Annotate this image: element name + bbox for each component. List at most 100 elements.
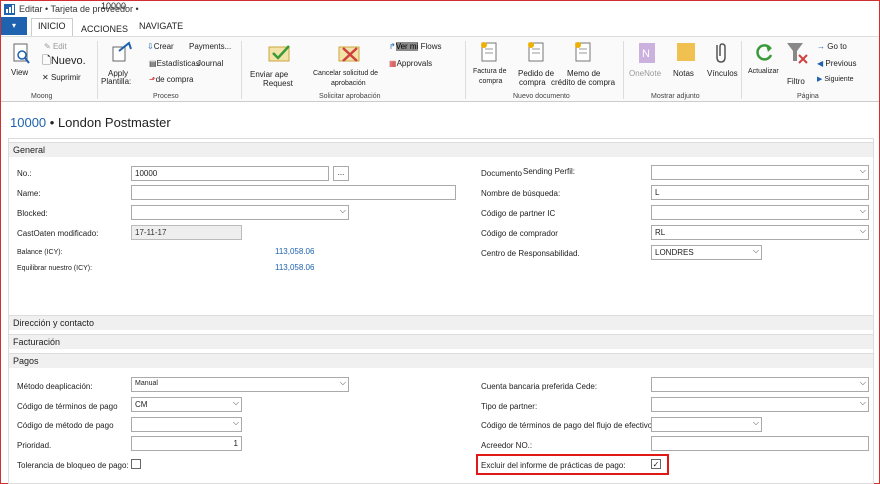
section-pagos[interactable]: Pagos xyxy=(9,353,873,368)
flows-icon: ↱ xyxy=(389,42,396,51)
prioridad-field[interactable]: 1 xyxy=(131,436,242,451)
chevron-down-icon: ⌵ xyxy=(859,398,866,407)
next-icon: ▶ xyxy=(817,76,823,83)
centro-value: LONDRES xyxy=(655,248,694,257)
previous-icon: ◀ xyxy=(817,59,824,68)
estadisticas-button[interactable]: ▤Estadísticas xyxy=(149,59,200,68)
terminos-select[interactable]: CM ⌵ xyxy=(131,397,242,412)
centro-label: Centro de Responsabilidad. xyxy=(481,249,580,258)
tolerancia-label: Tolerancia de bloqueo de pago: xyxy=(17,461,129,470)
notas-button[interactable]: Notas xyxy=(673,69,694,78)
chevron-down-icon: ⌵ xyxy=(859,206,866,215)
crear-icon: ⇩ xyxy=(147,42,154,51)
memo-button[interactable]: Memo de xyxy=(567,69,600,78)
ribbon-separator xyxy=(465,41,466,99)
de-compra-button[interactable]: ⬏de compra xyxy=(149,75,193,84)
section-general[interactable]: General xyxy=(9,142,873,157)
balance-label: Balance (ICY): xyxy=(17,249,63,256)
tab-inicio[interactable]: INICIO xyxy=(31,18,73,37)
group-proceso: Proceso xyxy=(153,93,179,100)
busqueda-field[interactable]: L xyxy=(651,185,869,200)
memo-label-2: crédito de compra xyxy=(551,78,616,87)
terminos-value: CM xyxy=(135,400,148,409)
section-direccion[interactable]: Dirección y contacto xyxy=(9,315,873,330)
ribbon-tabs: ▾ INICIO ACCIONES NAVIGATE xyxy=(1,17,879,37)
ribbon-separator xyxy=(97,41,98,99)
section-facturacion[interactable]: Facturación xyxy=(9,334,873,349)
payments-button[interactable]: Payments... xyxy=(189,42,231,51)
filtro-button[interactable]: Filtro xyxy=(787,77,805,86)
actualizar-button[interactable]: Actualizar xyxy=(748,67,779,76)
onenote-icon: N xyxy=(639,43,655,63)
sending-select[interactable]: ⌵ xyxy=(651,165,869,180)
estadisticas-label: Estadísticas xyxy=(156,59,200,68)
previous-button[interactable]: ◀ Previous xyxy=(817,59,857,68)
balance-value[interactable]: 113,058.06 xyxy=(275,247,314,256)
metodo-select[interactable]: Manual ⌵ xyxy=(131,377,349,392)
ver-mi-button[interactable]: ↱Ver mi Flows xyxy=(389,42,442,51)
tab-navigate[interactable]: NAVIGATE xyxy=(139,21,183,31)
comprador-select[interactable]: RL ⌵ xyxy=(651,225,869,240)
comprador-value: RL xyxy=(655,228,666,237)
nuevo-button[interactable]: 🗋Nuevo. xyxy=(42,55,86,67)
chart-icon: ⬏ xyxy=(149,75,156,84)
acreedor-field[interactable] xyxy=(651,436,869,451)
siguiente-button[interactable]: ▶ Siguiente xyxy=(817,75,854,84)
factura-button[interactable]: Factura de xyxy=(473,67,506,76)
tipo-partner-select[interactable]: ⌵ xyxy=(651,397,869,412)
nuevo-label: Nuevo. xyxy=(50,55,86,67)
group-solicitar: Solicitar aprobación xyxy=(319,93,381,100)
previous-label: Previous xyxy=(825,59,857,68)
no-lookup-button[interactable]: ... xyxy=(333,166,349,181)
approvals-label: Approvals xyxy=(396,59,433,68)
request-label: Request xyxy=(263,79,293,88)
approvals-button[interactable]: ▦Approvals xyxy=(389,59,432,68)
plantilla-label: Plantilla: xyxy=(101,77,132,86)
ribbon-separator xyxy=(241,41,242,99)
flujo-select[interactable]: ⌵ xyxy=(651,417,762,432)
terminos-label: Código de términos de pago xyxy=(17,402,118,411)
view-label: View xyxy=(11,68,29,77)
metodo-pago-select[interactable]: ⌵ xyxy=(131,417,242,432)
cancelar-button[interactable]: Cancelar solicitud de xyxy=(313,69,378,78)
file-menu-button[interactable]: ▾ xyxy=(1,17,27,35)
svg-text:N: N xyxy=(642,48,650,60)
sending-label: Sending Perfil: xyxy=(523,167,576,176)
ver-mi-label: Ver mi xyxy=(395,42,419,51)
enviar-button[interactable]: Enviar ape xyxy=(250,70,288,79)
crear-button[interactable]: ⇩Crear xyxy=(147,42,174,51)
no-label: No.: xyxy=(17,169,32,178)
onenote-button[interactable]: OneNote xyxy=(629,69,661,78)
statistics-icon: ▤ xyxy=(149,59,157,68)
refresh-icon xyxy=(756,44,773,61)
tolerancia-checkbox[interactable] xyxy=(131,459,141,469)
notes-icon xyxy=(677,43,695,61)
edit-label: Edit xyxy=(52,42,67,51)
equilibrar-label: Equilibrar nuestro (ICY): xyxy=(17,265,93,272)
flujo-label: Código de términos de pago del flujo de … xyxy=(481,421,653,430)
links-icon xyxy=(716,43,726,63)
cuenta-select[interactable]: ⌵ xyxy=(651,377,869,392)
blocked-select[interactable]: ⌵ xyxy=(131,205,349,220)
chevron-down-icon: ⌵ xyxy=(339,206,346,215)
pedido-button[interactable]: Pedido de xyxy=(518,69,554,78)
busqueda-label: Nombre de búsqueda: xyxy=(481,189,561,198)
no-field[interactable]: 10000 xyxy=(131,166,329,181)
goto-icon: → xyxy=(817,42,825,51)
group-moong: Moong xyxy=(31,93,53,100)
goto-button[interactable]: → Go to xyxy=(817,42,847,51)
journal-button[interactable]: Journal xyxy=(197,59,223,68)
vinculos-button[interactable]: Vínculos xyxy=(707,69,738,78)
group-pagina: Página xyxy=(797,93,819,100)
tab-acciones[interactable]: ACCIONES xyxy=(81,24,128,34)
comprador-label: Código de comprador xyxy=(481,229,558,238)
equilibrar-value[interactable]: 113,058.06 xyxy=(275,263,314,272)
centro-select[interactable]: LONDRES ⌵ xyxy=(651,245,762,260)
crear-label: Crear xyxy=(153,42,174,51)
name-field[interactable] xyxy=(131,185,456,200)
partner-ic-select[interactable]: ⌵ xyxy=(651,205,869,220)
edit-button[interactable]: ✎ Edit xyxy=(44,42,67,51)
approvals-icon: ▦ xyxy=(389,59,397,68)
acreedor-label: Acreedor NO.: xyxy=(481,441,533,450)
suprimir-button[interactable]: ✕ Suprimir xyxy=(42,73,81,82)
